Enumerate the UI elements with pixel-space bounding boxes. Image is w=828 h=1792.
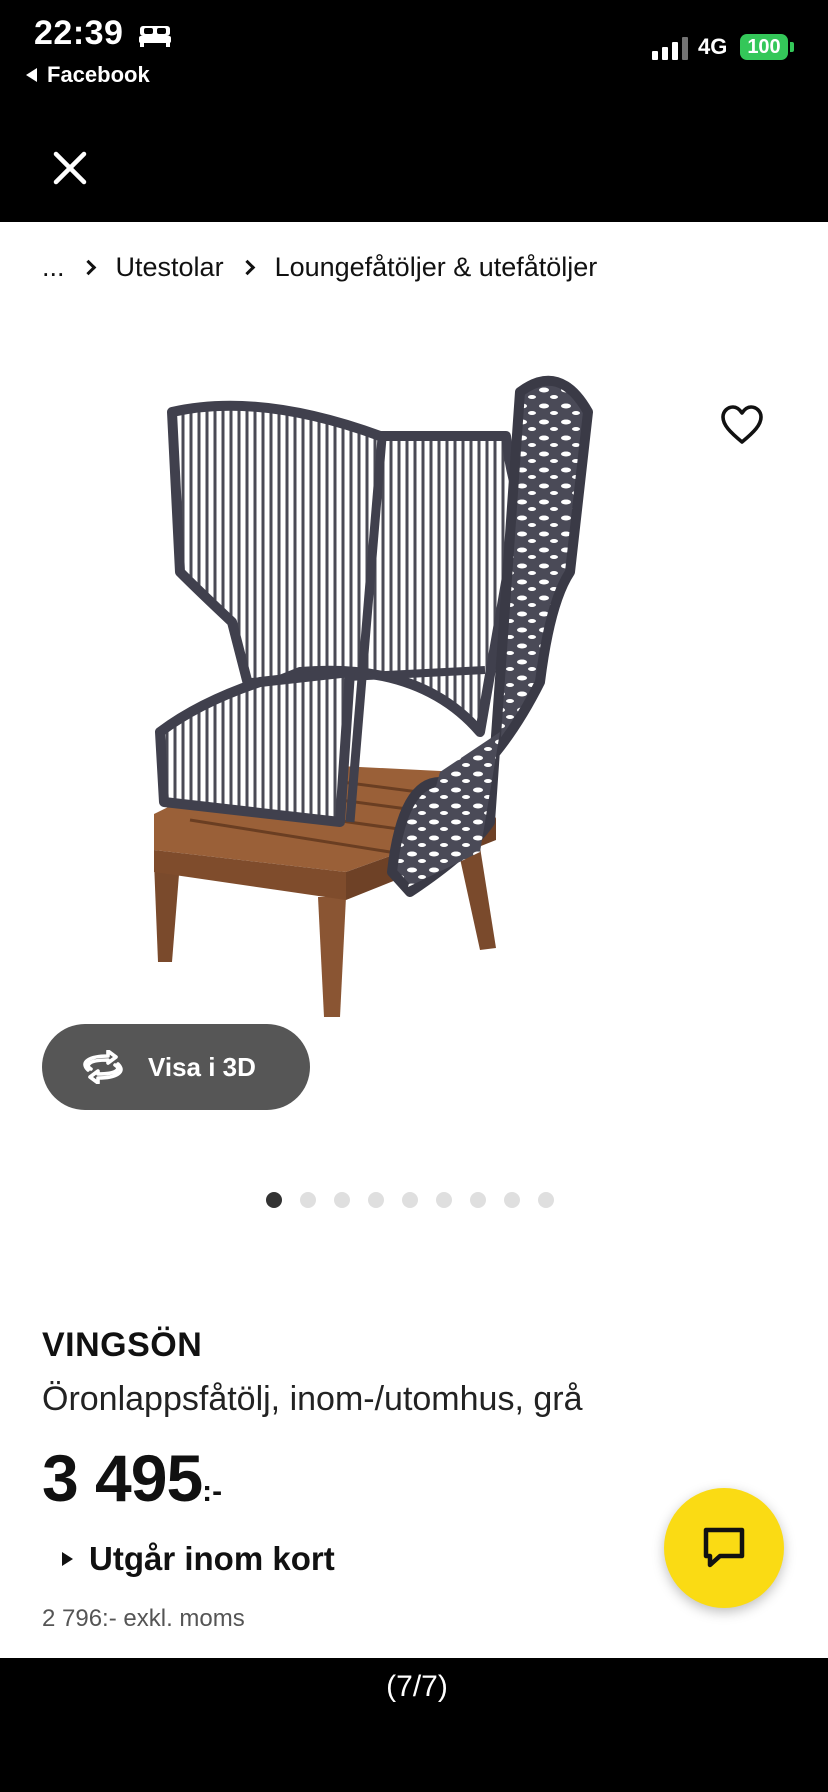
heart-icon[interactable] bbox=[720, 404, 764, 446]
view-in-3d-button[interactable]: Visa i 3D bbox=[42, 1024, 310, 1110]
page-indicator: (7/7) bbox=[386, 1670, 448, 1703]
carousel-dot[interactable] bbox=[538, 1192, 554, 1208]
status-time: 22:39 bbox=[34, 14, 124, 52]
network-type: 4G bbox=[698, 34, 728, 59]
battery-indicator: 100 bbox=[740, 34, 788, 60]
carousel-dot[interactable] bbox=[402, 1192, 418, 1208]
carousel-dot[interactable] bbox=[368, 1192, 384, 1208]
close-icon[interactable] bbox=[50, 148, 90, 188]
image-carousel-dots bbox=[266, 1192, 554, 1208]
battery-tip bbox=[790, 42, 794, 52]
carousel-dot[interactable] bbox=[470, 1192, 486, 1208]
chat-button[interactable] bbox=[664, 1488, 784, 1608]
breadcrumb-item-loungefatoljer[interactable]: Loungefåtöljer & utefåtöljer bbox=[275, 252, 598, 283]
breadcrumb: ... Utestolar Loungefåtöljer & utefåtölj… bbox=[42, 252, 597, 283]
signal-icon bbox=[652, 36, 688, 60]
carousel-dot[interactable] bbox=[300, 1192, 316, 1208]
back-app-label: Facebook bbox=[47, 62, 150, 87]
back-arrow-icon bbox=[26, 68, 37, 82]
product-name: VINGSÖN bbox=[42, 1326, 203, 1364]
breadcrumb-ellipsis[interactable]: ... bbox=[42, 252, 65, 283]
rotate-3d-icon bbox=[83, 1050, 123, 1084]
caret-right-icon bbox=[62, 1552, 73, 1566]
carousel-dot[interactable] bbox=[266, 1192, 282, 1208]
price-value: 3 495 bbox=[42, 1441, 203, 1515]
carousel-dot[interactable] bbox=[436, 1192, 452, 1208]
back-to-app-link[interactable]: Facebook bbox=[26, 62, 150, 88]
chevron-right-icon bbox=[80, 259, 96, 276]
product-description: Öronlappsfåtölj, inom-/utomhus, grå bbox=[42, 1380, 583, 1418]
carousel-dot[interactable] bbox=[334, 1192, 350, 1208]
breadcrumb-item-utestolar[interactable]: Utestolar bbox=[116, 252, 224, 283]
price-excl-vat: 2 796:- exkl. moms bbox=[42, 1605, 245, 1632]
product-page: ... Utestolar Loungefåtöljer & utefåtölj… bbox=[0, 222, 828, 1658]
view-in-3d-label: Visa i 3D bbox=[148, 1051, 256, 1082]
chat-icon bbox=[703, 1527, 745, 1568]
stock-status-label: Utgår inom kort bbox=[89, 1540, 335, 1577]
stock-status-toggle[interactable]: Utgår inom kort bbox=[62, 1540, 335, 1578]
chevron-right-icon bbox=[239, 259, 255, 276]
product-price: 3 495:- bbox=[42, 1440, 222, 1516]
price-suffix: :- bbox=[202, 1475, 223, 1508]
carousel-dot[interactable] bbox=[504, 1192, 520, 1208]
bed-icon bbox=[139, 26, 171, 47]
top-bar: 22:39 Facebook 4G 100 bbox=[0, 0, 828, 222]
